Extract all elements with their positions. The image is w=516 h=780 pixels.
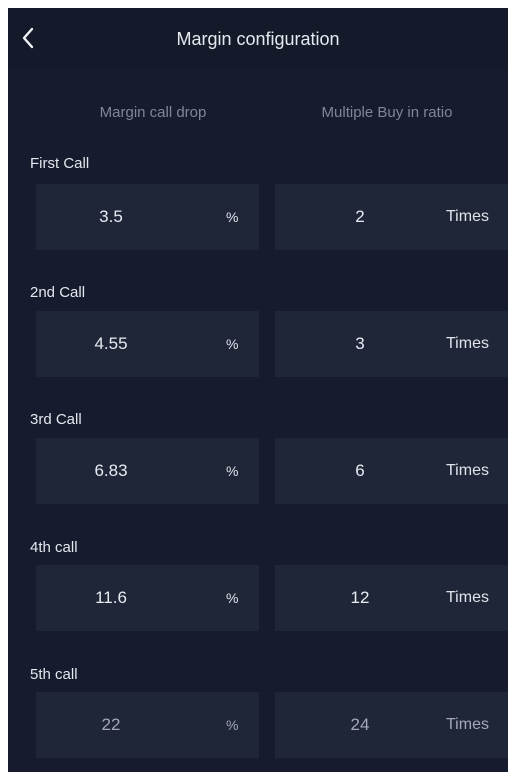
call-label-first: First Call xyxy=(30,155,90,172)
call-label-fifth: 5th call xyxy=(30,666,78,683)
drop-field-fourth[interactable]: 11.6 % xyxy=(36,565,259,631)
ratio-value: 6 xyxy=(355,461,365,480)
drop-field-third[interactable]: 6.83 % xyxy=(36,438,259,504)
times-unit: Times xyxy=(446,716,489,733)
ratio-field-first[interactable]: 2 Times xyxy=(275,184,508,250)
ratio-value: 24 xyxy=(350,715,370,734)
back-button[interactable] xyxy=(14,22,42,54)
drop-value: 3.5 xyxy=(99,207,123,226)
column-header-buy-in-ratio: Multiple Buy in ratio xyxy=(321,104,453,121)
ratio-field-second[interactable]: 3 Times xyxy=(275,311,508,377)
call-label-third: 3rd Call xyxy=(30,411,82,428)
percent-unit: % xyxy=(226,209,239,225)
drop-field-second[interactable]: 4.55 % xyxy=(36,311,259,377)
times-unit: Times xyxy=(446,335,489,352)
times-unit: Times xyxy=(446,208,489,225)
drop-value: 11.6 xyxy=(95,588,127,607)
times-unit: Times xyxy=(446,589,489,606)
times-unit: Times xyxy=(446,462,489,479)
call-label-fourth: 4th call xyxy=(30,539,78,556)
drop-field-first[interactable]: 3.5 % xyxy=(36,184,259,250)
ratio-value: 12 xyxy=(350,588,370,607)
page-title: Margin configuration xyxy=(176,29,340,49)
percent-unit: % xyxy=(226,717,239,733)
ratio-field-fourth[interactable]: 12 Times xyxy=(275,565,508,631)
drop-value: 22 xyxy=(101,715,121,734)
ratio-field-fifth[interactable]: 24 Times xyxy=(275,692,508,758)
drop-value: 4.55 xyxy=(94,334,128,353)
margin-config-screen: Margin configuration Margin call drop Mu… xyxy=(8,8,508,772)
drop-field-fifth[interactable]: 22 % xyxy=(36,692,259,758)
ratio-value: 2 xyxy=(355,207,365,226)
percent-unit: % xyxy=(226,590,239,606)
percent-unit: % xyxy=(226,336,239,352)
ratio-value: 3 xyxy=(355,334,365,353)
top-bar: Margin configuration xyxy=(8,8,508,70)
ratio-field-third[interactable]: 6 Times xyxy=(275,438,508,504)
column-header-margin-call-drop: Margin call drop xyxy=(99,104,207,121)
drop-value: 6.83 xyxy=(94,461,128,480)
percent-unit: % xyxy=(226,463,239,479)
chevron-left-icon xyxy=(22,27,34,49)
call-label-second: 2nd Call xyxy=(30,284,86,301)
